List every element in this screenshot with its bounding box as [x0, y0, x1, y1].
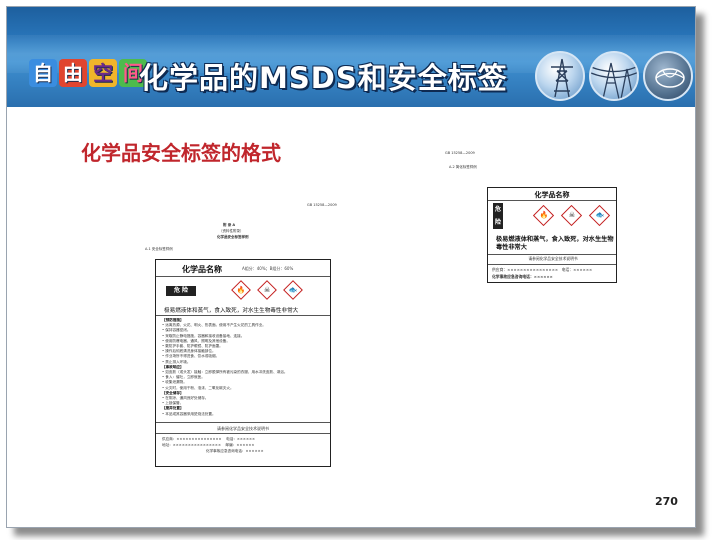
supplier-info: 供应商：×××××××××××××××× 电话：××××××	[492, 267, 614, 273]
divider	[488, 264, 616, 265]
skull-crossbones-icon: ☠	[560, 204, 583, 227]
logo-char: 由	[59, 59, 87, 87]
phone: 电话：××××××	[226, 437, 255, 441]
signal-word: 危 险	[166, 286, 196, 296]
environment-icon: 🐟	[283, 280, 303, 300]
hazard-statement: 极易燃液体和蒸气，食入致死，对水生生物毒性非常大	[496, 236, 614, 252]
power-lines-photo	[589, 51, 639, 101]
sds-notice: 请参阅化学品安全技术说明书	[528, 256, 578, 261]
divider	[488, 200, 616, 201]
section-title: A.2 简化标签样例	[449, 165, 477, 169]
slide-heading: 化学品安全标签的格式	[81, 141, 281, 165]
logo-char: 自	[29, 59, 57, 87]
supplier: 供应商：××××××××××××××××	[492, 267, 559, 272]
standard-number: GB 15258—2009	[307, 203, 337, 207]
document-page-left: GB 15258—2009 附 录 A （资料性附录） 化学品安全标签样例 A.…	[139, 195, 347, 475]
slide-content: 化学品安全标签的格式 GB 15258—2009 附 录 A （资料性附录） 化…	[7, 107, 695, 527]
appendix-type: （资料性附录）	[219, 229, 244, 233]
skull-crossbones-icon: ☠	[257, 280, 277, 300]
sds-notice: 请参阅化学品安全技术说明书	[217, 426, 269, 431]
divider	[156, 315, 330, 316]
banner-photos	[535, 51, 693, 101]
components: A组分：40%；B组分：60%	[242, 266, 294, 271]
logo-char: 空	[89, 59, 117, 87]
disposal-item: • 本品或其容器采用焚烧法处置。	[162, 411, 216, 416]
precautionary-statements: 【预防措施】 • 远离热源、火花、明火、热表面。使用不产生火花的工具作业。 • …	[162, 318, 326, 417]
section-title: A.1 安全标签样例	[145, 247, 173, 251]
divider	[488, 254, 616, 255]
phone: 电话：××××××	[561, 267, 593, 272]
divider	[156, 433, 330, 434]
appendix-title: 化学品安全标签样例	[217, 235, 249, 239]
document-page-right: GB 15258—2009 A.2 简化标签样例 化学品名称 危险 🔥 ☠ 🐟 …	[443, 149, 623, 479]
emergency-phone: 化学事故应急咨询电话：××××××	[492, 274, 553, 279]
address: 地址：××××××××××××××××	[162, 443, 221, 447]
globe-photo	[643, 51, 693, 101]
product-name: 化学品名称	[182, 265, 222, 274]
safety-label-full: 化学品名称 A组分：40%；B组分：60% 危 险 🔥 ☠ 🐟 极易燃液体和蒸气…	[155, 259, 331, 467]
safety-label-simplified: 化学品名称 危险 🔥 ☠ 🐟 极易燃液体和蒸气，食入致死，对水生生物毒性非常大 …	[487, 187, 617, 283]
divider	[156, 276, 330, 277]
supplier-info: 供应商：××××××××××××××× 电话：×××××× 地址：×××××××…	[156, 436, 330, 454]
slide: 自 由 空 间 化学品的MSDS和安全标签 化学品安全标签的格式 GB 1525…	[6, 6, 696, 528]
environment-icon: 🐟	[588, 204, 611, 227]
flame-icon: 🔥	[532, 204, 555, 227]
banner-title: 化学品的MSDS和安全标签	[139, 61, 508, 95]
divider	[156, 422, 330, 423]
transmission-tower-photo	[535, 51, 585, 101]
header-banner: 自 由 空 间 化学品的MSDS和安全标签	[7, 7, 695, 107]
logo: 自 由 空 间	[29, 59, 147, 87]
supplier: 供应商：×××××××××××××××	[162, 437, 222, 441]
product-name: 化学品名称	[534, 191, 570, 199]
standard-number: GB 15258—2009	[445, 151, 475, 155]
appendix-label: 附 录 A	[223, 223, 236, 227]
flame-icon: 🔥	[231, 280, 251, 300]
hazard-statement: 极易燃液体和蒸气，食入致死，对水生生物毒性非常大	[164, 308, 299, 314]
emergency-phone: 化学事故应急咨询电话：××××××	[206, 449, 264, 453]
page-number: 270	[655, 495, 678, 508]
signal-word: 危险	[493, 203, 503, 229]
postcode: 邮编：××××××	[225, 443, 255, 447]
